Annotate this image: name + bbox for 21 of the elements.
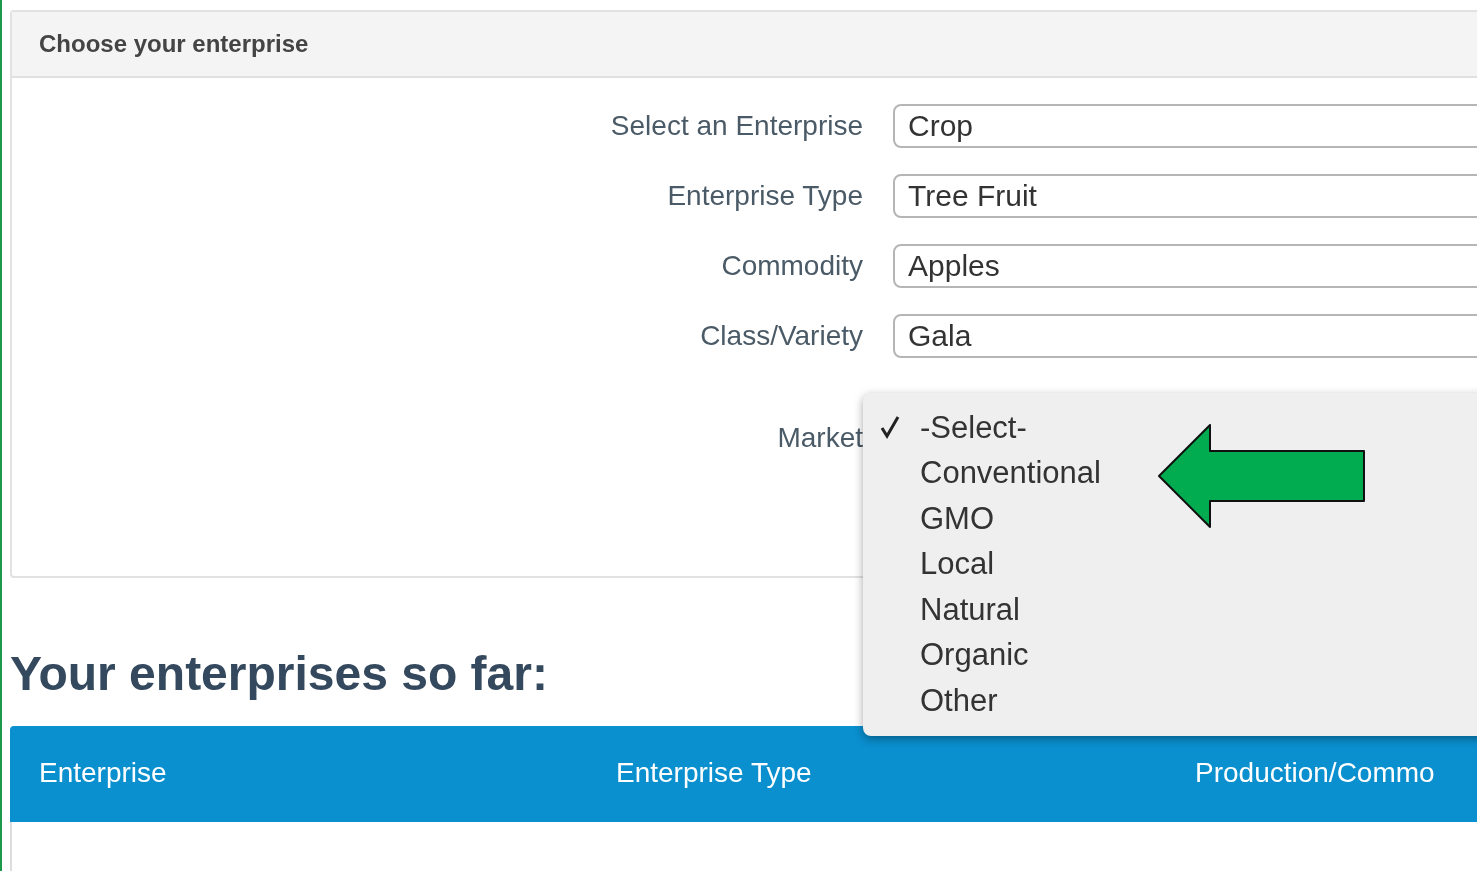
menu-item[interactable]: -Select- — [863, 405, 1027, 451]
menu-item[interactable]: Natural — [863, 587, 1020, 633]
field-label: Enterprise Type — [666, 180, 863, 212]
menu-item[interactable]: GMO — [863, 496, 995, 542]
column-header: Enterprise Type — [616, 757, 812, 789]
panel-title: Choose your enterprise — [39, 30, 309, 58]
column-header: Enterprise — [39, 757, 167, 789]
section-heading: Your enterprises so far: — [10, 650, 548, 698]
field-label: Commodity — [720, 250, 863, 282]
select-field[interactable]: Tree Fruit — [893, 174, 1477, 218]
field-label: Select an Enterprise — [609, 110, 863, 142]
field-label: Class/Variety — [699, 320, 863, 352]
select-field[interactable]: Crop — [893, 104, 1477, 148]
column-header: Production/Commo — [1195, 757, 1435, 789]
menu-item[interactable]: Local — [863, 541, 995, 587]
menu-item[interactable]: Conventional — [863, 450, 1101, 496]
field-label: Market — [776, 422, 863, 454]
select-field[interactable]: Apples — [893, 244, 1477, 288]
menu-item[interactable]: Other — [863, 678, 998, 724]
menu-item[interactable]: Organic — [863, 632, 1029, 678]
select-field[interactable]: Gala — [893, 314, 1477, 358]
